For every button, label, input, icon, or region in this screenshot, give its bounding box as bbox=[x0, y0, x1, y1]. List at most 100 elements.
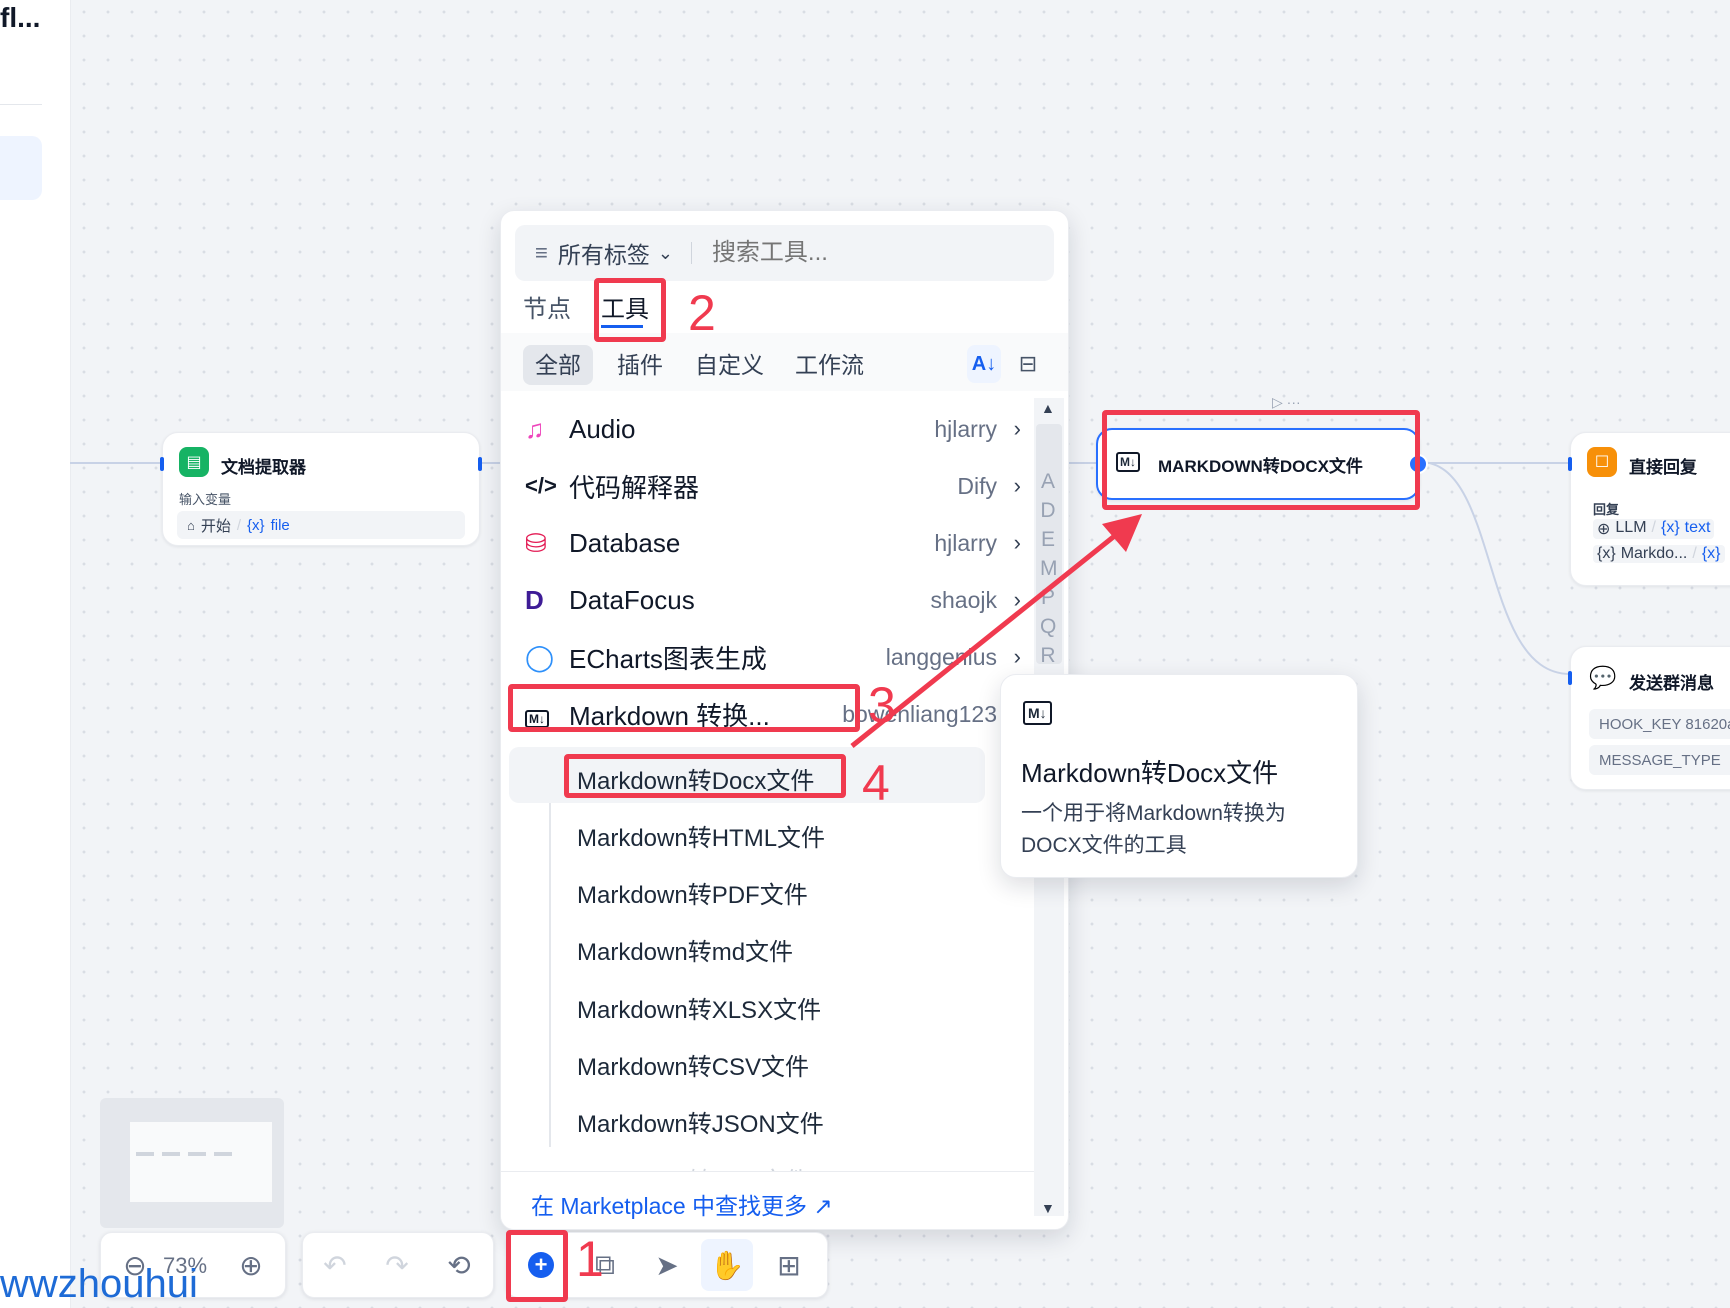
tab-nodes[interactable]: 节点 bbox=[523, 289, 571, 324]
variable-icon: {x} bbox=[247, 516, 265, 534]
edge-panel-to-markdown bbox=[1066, 462, 1098, 464]
hook-key-field: HOOK_KEY 81620a bbox=[1589, 709, 1730, 739]
edge-doc-to-panel bbox=[480, 462, 502, 464]
subtool-markdown-pdf[interactable]: Markdown转PDF文件 bbox=[577, 875, 808, 910]
annotation-box-add-button bbox=[506, 1230, 568, 1302]
var-source: Markdo... bbox=[1620, 545, 1688, 562]
datafocus-icon: D bbox=[525, 584, 544, 615]
sort-az-icon[interactable]: A↓ bbox=[967, 345, 1001, 383]
scroll-up-icon[interactable]: ▲ bbox=[1041, 400, 1055, 416]
var-name: file bbox=[270, 516, 290, 534]
tooltip-title: Markdown转Docx文件 bbox=[1021, 758, 1279, 788]
subtree-line bbox=[549, 747, 551, 1147]
annotation-box-markdown-node bbox=[1102, 410, 1420, 510]
annotation-box-tools-tab bbox=[594, 278, 666, 342]
direct-reply-node[interactable]: ☐ 直接回复 回复 ⊕ LLM / {x} text {x} Markdo...… bbox=[1568, 432, 1730, 586]
pointer-icon[interactable]: ➤ bbox=[641, 1239, 693, 1291]
filter-icon: ≡ bbox=[535, 240, 548, 265]
separator: / bbox=[236, 516, 242, 534]
history-toolbar: ↶ ↷ ⟲ bbox=[302, 1232, 494, 1298]
sidebar-divider bbox=[0, 104, 42, 105]
tool-name: DataFocus bbox=[569, 584, 695, 615]
input-label: 输入变量 bbox=[179, 492, 232, 507]
subtab-all[interactable]: 全部 bbox=[523, 345, 593, 385]
message-type-field: MESSAGE_TYPE bbox=[1589, 745, 1730, 775]
database-icon: ⛁ bbox=[525, 527, 547, 558]
app-title: fl... bbox=[0, 2, 41, 33]
subtool-markdown-html[interactable]: Markdown转HTML文件 bbox=[577, 818, 825, 853]
reply-var-2: {x} Markdo... / {x} bbox=[1593, 545, 1725, 563]
tool-author: hjlarry bbox=[934, 415, 997, 442]
tooltip-desc-line1: 一个用于将Markdown转换为 bbox=[1021, 802, 1286, 825]
marketplace-link[interactable]: 在 Marketplace 中查找更多 ↗ bbox=[531, 1187, 833, 1221]
minimap[interactable] bbox=[100, 1098, 284, 1228]
input-handle[interactable] bbox=[160, 457, 164, 471]
tool-name: ECharts图表生成 bbox=[569, 643, 767, 674]
layout-icon[interactable]: ⊞ bbox=[763, 1239, 815, 1291]
tree-view-icon[interactable]: ⊟ bbox=[1011, 345, 1045, 383]
chevron-right-icon[interactable]: › bbox=[1014, 416, 1021, 442]
home-icon: ⌂ bbox=[187, 517, 195, 533]
tag-filter-dropdown[interactable]: 所有标签 bbox=[558, 236, 650, 270]
annotation-arrow bbox=[850, 514, 1142, 748]
reply-label: 回复 bbox=[1593, 502, 1620, 517]
subtool-markdown-json[interactable]: Markdown转JSON文件 bbox=[577, 1104, 824, 1139]
reply-icon: ☐ bbox=[1587, 447, 1617, 477]
input-variable: ⌂ 开始 / {x} file bbox=[177, 511, 465, 539]
tool-row-code-interpreter[interactable]: </> 代码解释器 Dify › bbox=[525, 458, 1025, 514]
search-bar: ≡ 所有标签 ⌄ bbox=[515, 225, 1054, 281]
echarts-icon: ◯ bbox=[525, 641, 555, 672]
subtab-workflow[interactable]: 工作流 bbox=[795, 345, 864, 385]
edge-markdown-to-group bbox=[1420, 461, 1571, 675]
node-run-menu[interactable]: ▷ ··· bbox=[1272, 394, 1312, 410]
subtool-markdown-xlsx[interactable]: Markdown转XLSX文件 bbox=[577, 990, 821, 1025]
var-name: {x} bbox=[1701, 545, 1721, 562]
sidebar-selected-item[interactable] bbox=[0, 136, 42, 200]
zoom-in-icon[interactable]: ⊕ bbox=[225, 1239, 277, 1291]
chat-icon: 💬 bbox=[1589, 665, 1617, 690]
subtab-custom[interactable]: 自定义 bbox=[695, 345, 764, 385]
doc-extractor-node[interactable]: ▤ 文档提取器 输入变量 ⌂ 开始 / {x} file bbox=[160, 432, 482, 546]
scroll-down-icon[interactable]: ▼ bbox=[1041, 1200, 1055, 1216]
code-icon: </> bbox=[525, 473, 557, 498]
minimap-viewport[interactable] bbox=[130, 1122, 272, 1202]
subtool-markdown-md[interactable]: Markdown转md文件 bbox=[577, 932, 793, 967]
input-handle[interactable] bbox=[1568, 457, 1572, 471]
search-input[interactable] bbox=[709, 238, 1014, 268]
history-icon[interactable]: ⟲ bbox=[433, 1239, 485, 1291]
redo-icon[interactable]: ↷ bbox=[371, 1239, 423, 1291]
output-handle[interactable] bbox=[478, 457, 482, 471]
annotation-number-4: 4 bbox=[862, 755, 890, 811]
edge-into-doc-extractor bbox=[70, 462, 162, 464]
tool-row-audio[interactable]: ♫ Audio hjlarry › bbox=[525, 401, 1025, 457]
var-source: LLM bbox=[1615, 519, 1647, 536]
tool-author: Dify bbox=[957, 472, 997, 499]
tooltip-desc-line2: DOCX文件的工具 bbox=[1021, 834, 1187, 857]
annotation-number-1: 1 bbox=[576, 1231, 604, 1287]
node-title: 直接回复 bbox=[1629, 458, 1697, 477]
minimap-nodes bbox=[136, 1152, 236, 1156]
send-group-message-node[interactable]: 💬 发送群消息 HOOK_KEY 81620a MESSAGE_TYPE bbox=[1568, 646, 1730, 790]
annotation-box-markdown-row bbox=[508, 684, 860, 732]
watermark-text: wwzhouhui bbox=[0, 1262, 198, 1306]
llm-icon: ⊕ bbox=[1597, 521, 1611, 538]
variable-icon: {x} bbox=[1597, 545, 1616, 562]
hand-icon[interactable]: ✋ bbox=[701, 1239, 753, 1291]
tool-name: 代码解释器 bbox=[569, 472, 700, 503]
var-name: text bbox=[1684, 519, 1711, 536]
tool-name: Audio bbox=[569, 413, 636, 444]
chevron-right-icon[interactable]: › bbox=[1014, 473, 1021, 499]
var-source: 开始 bbox=[200, 517, 231, 535]
reply-var-1: ⊕ LLM / {x} text bbox=[1593, 519, 1715, 539]
undo-icon[interactable]: ↶ bbox=[309, 1239, 361, 1291]
variable-icon: {x} bbox=[1660, 519, 1680, 536]
alpha-index-a[interactable]: A bbox=[1040, 470, 1056, 494]
node-title: 发送群消息 bbox=[1629, 674, 1714, 693]
subtab-plugins[interactable]: 插件 bbox=[617, 345, 663, 385]
subtool-markdown-csv[interactable]: Markdown转CSV文件 bbox=[577, 1047, 809, 1082]
input-handle[interactable] bbox=[1568, 671, 1572, 685]
node-title: 文档提取器 bbox=[221, 458, 306, 477]
tool-name: Database bbox=[569, 527, 681, 558]
annotation-number-2: 2 bbox=[688, 285, 716, 341]
chevron-down-icon[interactable]: ⌄ bbox=[658, 243, 673, 264]
